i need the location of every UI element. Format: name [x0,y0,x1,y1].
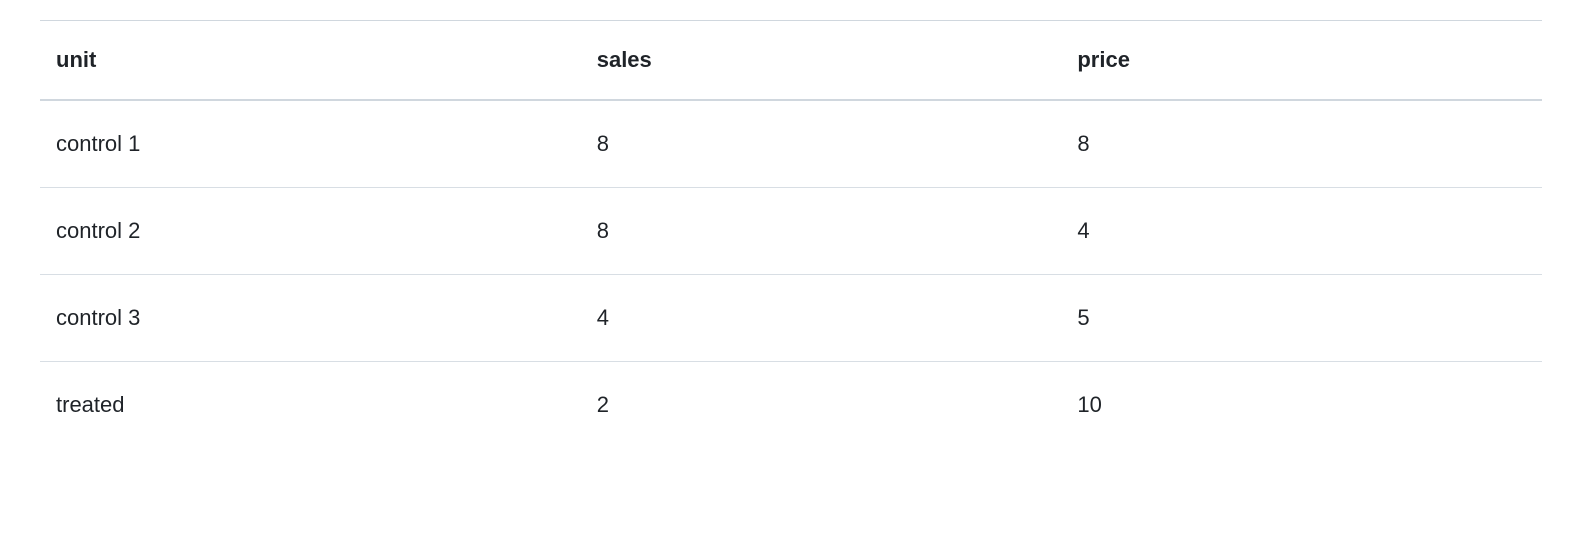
cell-price: 10 [1061,362,1542,449]
table-row: control 3 4 5 [40,275,1542,362]
cell-unit: control 3 [40,275,581,362]
cell-sales: 2 [581,362,1062,449]
cell-unit: control 1 [40,100,581,188]
cell-unit: treated [40,362,581,449]
cell-sales: 4 [581,275,1062,362]
table-row: treated 2 10 [40,362,1542,449]
table-body: control 1 8 8 control 2 8 4 control 3 4 … [40,100,1542,448]
header-row: unit sales price [40,21,1542,101]
header-sales: sales [581,21,1062,101]
cell-sales: 8 [581,188,1062,275]
table-row: control 1 8 8 [40,100,1542,188]
cell-unit: control 2 [40,188,581,275]
cell-price: 4 [1061,188,1542,275]
cell-price: 8 [1061,100,1542,188]
data-table: unit sales price control 1 8 8 control 2… [40,20,1542,448]
header-unit: unit [40,21,581,101]
table-header: unit sales price [40,21,1542,101]
header-price: price [1061,21,1542,101]
cell-sales: 8 [581,100,1062,188]
table-row: control 2 8 4 [40,188,1542,275]
cell-price: 5 [1061,275,1542,362]
